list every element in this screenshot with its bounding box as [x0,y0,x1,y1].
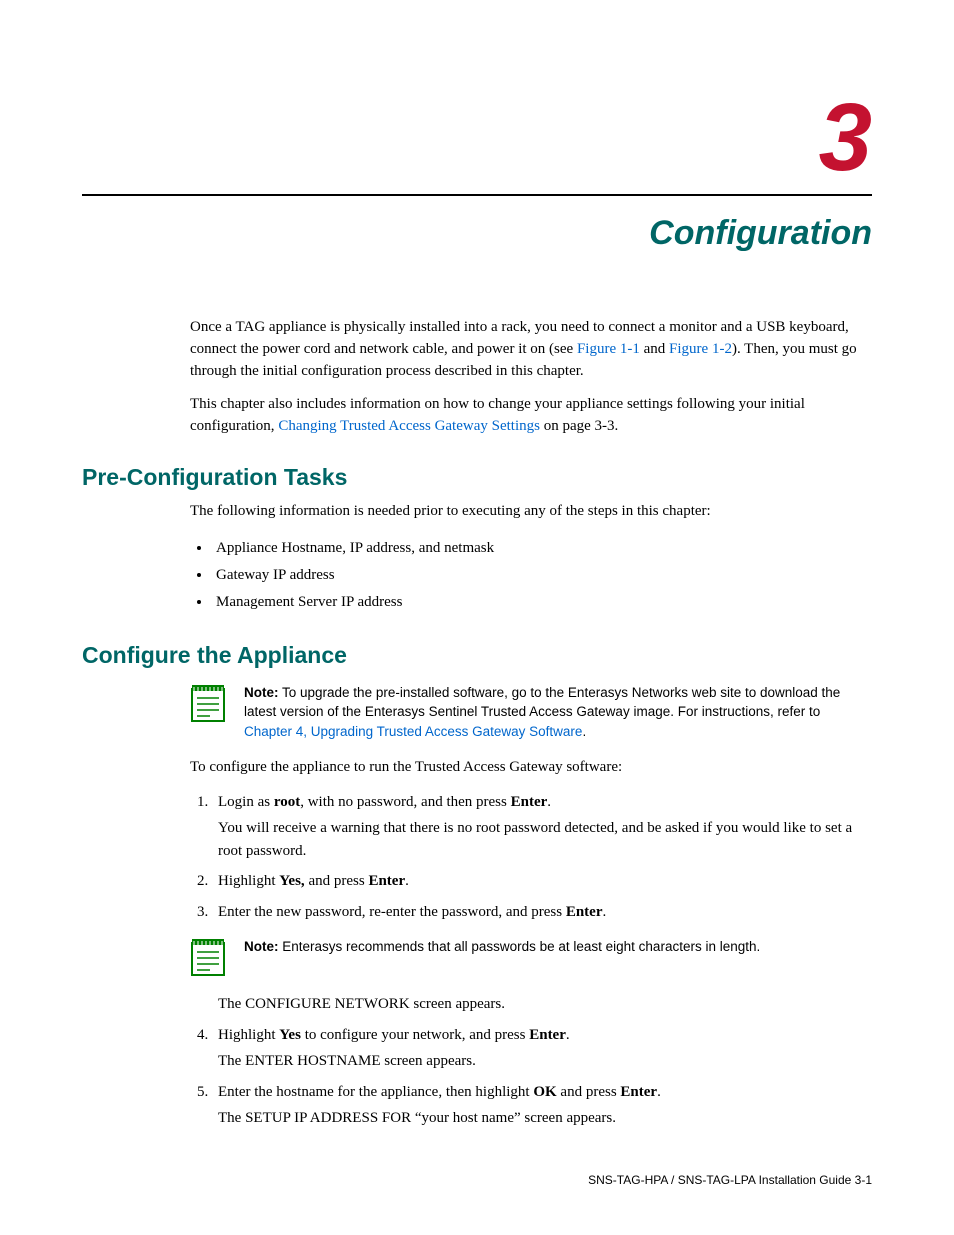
note-body: To upgrade the pre-installed software, g… [244,685,840,720]
heading-pre-configuration-tasks: Pre-Configuration Tasks [82,464,872,491]
step-keyword: Yes [279,1027,301,1043]
step-text: . [657,1084,661,1100]
step-keyword: root [274,794,300,810]
requirements-list: Appliance Hostname, IP address, and netm… [190,535,872,616]
step-2: Highlight Yes, and press Enter. [212,870,872,893]
note-label: Note: [244,685,279,700]
note-body: . [582,724,586,739]
note-label: Note: [244,939,279,954]
step-text: . [602,904,606,920]
step-subtext: You will receive a warning that there is… [218,817,872,862]
note-text: Note: To upgrade the pre-installed softw… [244,683,872,742]
note-icon [190,937,226,977]
page-footer: SNS-TAG-HPA / SNS-TAG-LPA Installation G… [588,1173,872,1187]
step-text: and press [557,1084,621,1100]
list-item: Gateway IP address [212,562,872,589]
step-1: Login as root, with no password, and the… [212,791,872,863]
link-changing-settings[interactable]: Changing Trusted Access Gateway Settings [278,418,540,434]
step-text: Enter the hostname for the appliance, th… [218,1084,533,1100]
intro-text: on page 3-3. [540,418,618,434]
step-text: Login as [218,794,274,810]
step-keyword: Enter [566,904,603,920]
step-subtext: The ENTER HOSTNAME screen appears. [218,1050,872,1073]
intro-paragraph-2: This chapter also includes information o… [190,394,872,438]
step-text: . [405,873,409,889]
note-body: Enterasys recommends that all passwords … [279,939,761,954]
step-text: Highlight [218,873,279,889]
step-5: Enter the hostname for the appliance, th… [212,1081,872,1130]
step-keyword: Enter [511,794,548,810]
title-rule [82,194,872,196]
list-item: Management Server IP address [212,589,872,616]
step-text: Highlight [218,1027,279,1043]
step-text: Enter the new password, re-enter the pas… [218,904,566,920]
chapter-number: 3 [82,90,872,186]
note-block-1: Note: To upgrade the pre-installed softw… [190,683,872,742]
chapter-title: Configuration [82,214,872,253]
link-chapter-4[interactable]: Chapter 4, Upgrading Trusted Access Gate… [244,724,582,739]
step-text: . [547,794,551,810]
step-4: Highlight Yes to configure your network,… [212,1024,872,1073]
step-text: and press [305,873,369,889]
intro-text: and [640,341,669,357]
heading-configure-the-appliance: Configure the Appliance [82,642,872,669]
note-text: Note: Enterasys recommends that all pass… [244,937,760,957]
step-3: Enter the new password, re-enter the pas… [212,901,872,1016]
step-keyword: Enter [620,1084,657,1100]
list-item: Appliance Hostname, IP address, and netm… [212,535,872,562]
step-text: to configure your network, and press [301,1027,529,1043]
step-subtext: The CONFIGURE NETWORK screen appears. [218,993,872,1016]
step-keyword: Enter [529,1027,566,1043]
note-block-2: Note: Enterasys recommends that all pass… [190,937,872,977]
step-text: , with no password, and then press [300,794,510,810]
intro-paragraph-1: Once a TAG appliance is physically insta… [190,317,872,382]
section1-lead: The following information is needed prio… [190,501,872,523]
step-text: . [566,1027,570,1043]
note-icon [190,683,226,723]
step-keyword: Enter [368,873,405,889]
step-keyword: Yes, [279,873,304,889]
link-figure-1-1[interactable]: Figure 1-1 [577,341,640,357]
link-figure-1-2[interactable]: Figure 1-2 [669,341,732,357]
step-subtext: The SETUP IP ADDRESS FOR “your host name… [218,1107,872,1130]
step-keyword: OK [533,1084,556,1100]
configuration-steps: Login as root, with no password, and the… [190,791,872,1130]
section2-lead: To configure the appliance to run the Tr… [190,757,872,779]
